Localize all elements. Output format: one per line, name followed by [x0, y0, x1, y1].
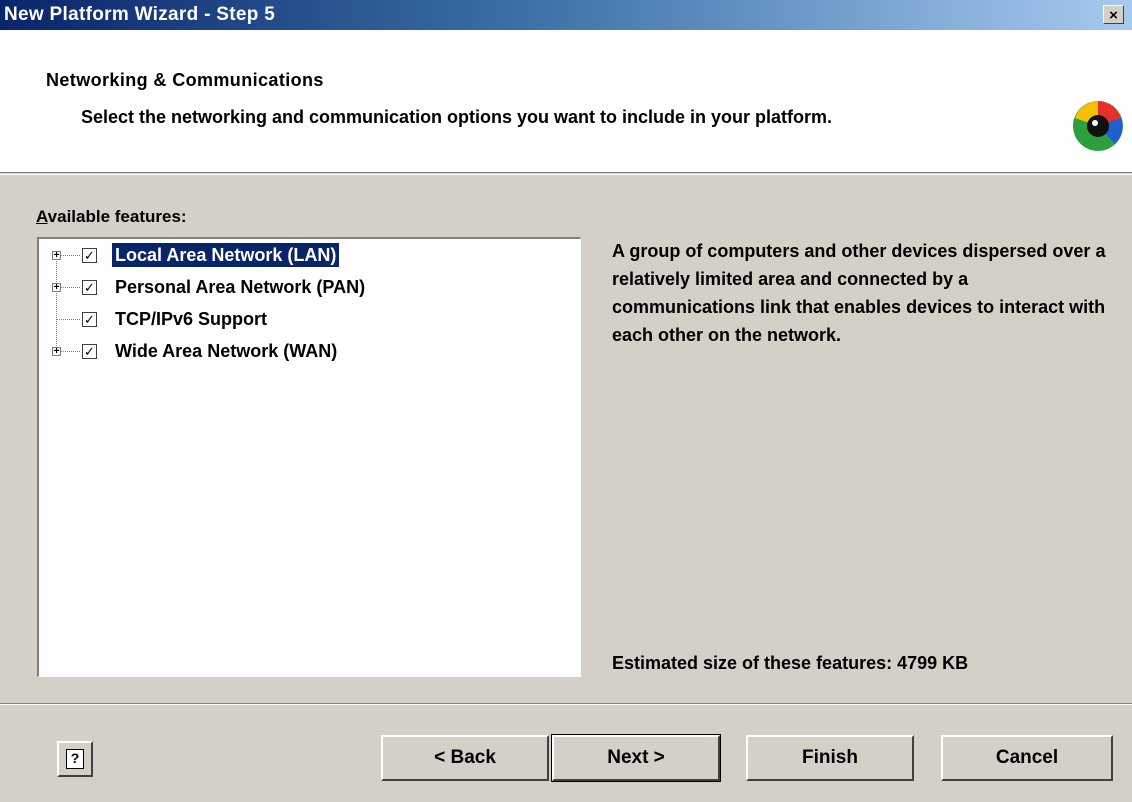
estimated-size: Estimated size of these features: 4799 K… [612, 653, 969, 673]
expand-icon[interactable]: + [52, 283, 61, 293]
expand-icon[interactable]: + [52, 347, 61, 357]
tree-item-wan[interactable]: + ✓ Wide Area Network (WAN) [39, 339, 579, 367]
footer-separator [0, 703, 1132, 705]
lan-checkbox[interactable]: ✓ [82, 248, 97, 263]
title-bar: New Platform Wizard - Step 5 × [0, 0, 1132, 30]
help-button[interactable]: ? [57, 741, 93, 777]
tcpipv6-checkbox[interactable]: ✓ [82, 312, 97, 327]
wan-checkbox[interactable]: ✓ [82, 344, 97, 359]
wizard-window: New Platform Wizard - Step 5 × Networkin… [0, 0, 1132, 802]
wizard-header: Networking & Communications Select the n… [0, 30, 1132, 175]
available-features-label: Available features: [36, 207, 187, 227]
cancel-button[interactable]: Cancel [941, 735, 1113, 781]
expand-icon[interactable]: + [52, 251, 61, 261]
tree-branch-line [56, 319, 80, 320]
pan-checkbox[interactable]: ✓ [82, 280, 97, 295]
page-subtitle: Select the networking and communication … [81, 107, 833, 127]
feature-description: A group of computers and other devices d… [612, 241, 1106, 345]
tree-branch-line [61, 287, 80, 288]
help-icon: ? [66, 748, 84, 769]
wizard-logo-icon [1073, 101, 1123, 151]
tree-item-label[interactable]: Local Area Network (LAN) [110, 242, 341, 268]
tree-branch-line [61, 255, 80, 256]
tree-item-label[interactable]: Personal Area Network (PAN) [112, 275, 368, 299]
tree-branch-line [61, 351, 80, 352]
next-button[interactable]: Next > [551, 734, 721, 782]
features-tree[interactable]: + ✓ Local Area Network (LAN) + ✓ Persona… [37, 237, 581, 677]
close-button[interactable]: × [1103, 5, 1124, 24]
accelerator-key: A [36, 207, 48, 226]
available-features-text: vailable features: [47, 207, 187, 226]
tree-item-label[interactable]: Wide Area Network (WAN) [112, 339, 340, 363]
tree-item-label[interactable]: TCP/IPv6 Support [112, 307, 270, 331]
finish-button[interactable]: Finish [746, 735, 914, 781]
tree-item-lan[interactable]: + ✓ Local Area Network (LAN) [39, 242, 579, 271]
back-button[interactable]: < Back [381, 735, 549, 781]
tree-item-tcpipv6[interactable]: ✓ TCP/IPv6 Support [39, 307, 579, 335]
window-title: New Platform Wizard - Step 5 [4, 4, 276, 25]
tree-item-pan[interactable]: + ✓ Personal Area Network (PAN) [39, 275, 579, 303]
page-title: Networking & Communications [46, 70, 324, 90]
